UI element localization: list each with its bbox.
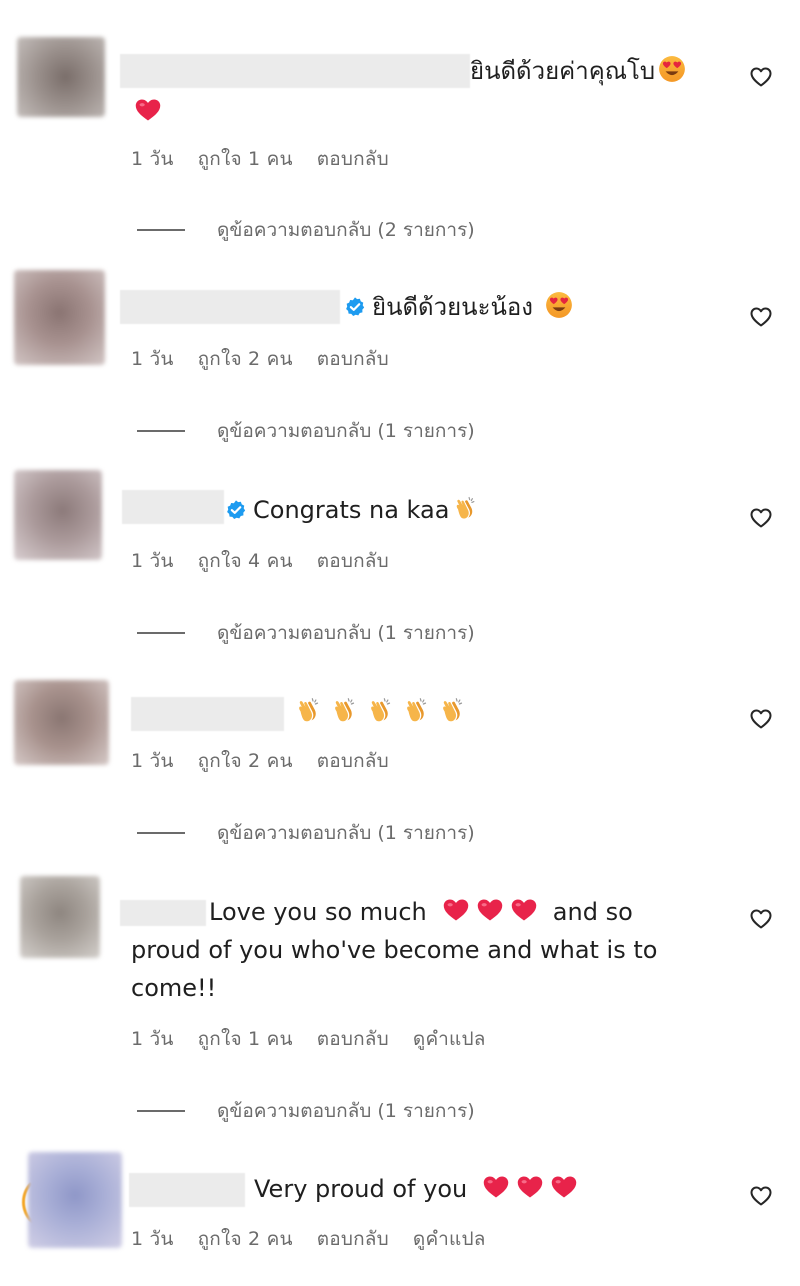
reply-button[interactable]: ตอบกลับ: [317, 344, 389, 374]
comment-text-line: Very proud of you: [254, 1175, 468, 1203]
likes-count[interactable]: ถูกใจ 1 คน: [198, 1024, 293, 1054]
comment-meta: 1 วัน ถูกใจ 1 คน ตอบกลับ ดูคำแปล: [131, 1024, 486, 1054]
username[interactable]: [120, 54, 470, 88]
translate-button[interactable]: ดูคำแปล: [413, 1024, 486, 1054]
likes-count[interactable]: ถูกใจ 2 คน: [198, 344, 293, 374]
comment-meta: 1 วัน ถูกใจ 1 คน ตอบกลับ: [131, 144, 389, 174]
red-heart-emoji-icon: [516, 1173, 544, 1201]
heart-outline-icon[interactable]: [748, 506, 774, 530]
comment-text-line: Love you so much: [209, 898, 427, 926]
view-replies-label: ดูข้อความตอบกลับ (2 รายการ): [217, 219, 475, 241]
clapping-hands-emoji-icon: [293, 695, 323, 725]
comment-time: 1 วัน: [131, 750, 174, 772]
red-heart-emoji-icon: [510, 896, 538, 924]
username[interactable]: [129, 1173, 245, 1207]
comment-text: Love you so much and so: [209, 895, 633, 929]
red-heart-emoji-icon: [550, 1173, 578, 1201]
reply-button[interactable]: ตอบกลับ: [317, 144, 389, 174]
comment-text-line: Congrats na kaa: [253, 496, 450, 524]
heart-outline-icon[interactable]: [748, 907, 774, 931]
username[interactable]: [120, 900, 206, 926]
heart-outline-icon[interactable]: [748, 65, 774, 89]
red-heart-emoji-icon: [482, 1173, 510, 1201]
view-replies-label: ดูข้อความตอบกลับ (1 รายการ): [217, 1100, 475, 1122]
heart-outline-icon[interactable]: [748, 305, 774, 329]
comment-text-line: ยินดีด้วยค่าคุณโบ: [470, 57, 656, 85]
replies-divider: [137, 430, 185, 432]
replies-divider: [137, 1110, 185, 1112]
comment-text-line: and so: [552, 898, 633, 926]
replies-divider: [137, 229, 185, 231]
comment-text-line-2: proud of you who've become and what is t…: [131, 936, 658, 964]
heart-outline-icon[interactable]: [748, 1184, 774, 1208]
verified-badge-icon: [344, 296, 366, 318]
username[interactable]: [120, 290, 340, 324]
comment-time: 1 วัน: [131, 348, 174, 370]
comment-text: ยินดีด้วยนะน้อง: [344, 290, 576, 324]
comment-text: ยินดีด้วยค่าคุณโบ: [470, 54, 689, 88]
avatar[interactable]: [14, 470, 102, 560]
view-replies-button[interactable]: ดูข้อความตอบกลับ (1 รายการ): [137, 416, 475, 446]
clapping-hands-emoji-icon: [401, 695, 431, 725]
likes-count[interactable]: ถูกใจ 2 คน: [198, 1224, 293, 1254]
translate-button[interactable]: ดูคำแปล: [413, 1224, 486, 1254]
comment-meta: 1 วัน ถูกใจ 2 คน ตอบกลับ ดูคำแปล: [131, 1224, 486, 1254]
red-heart-emoji-icon: [442, 896, 470, 924]
view-replies-label: ดูข้อความตอบกลับ (1 รายการ): [217, 420, 475, 442]
comment-text: Congrats na kaa: [225, 493, 482, 527]
reply-button[interactable]: ตอบกลับ: [317, 546, 389, 576]
comment-time: 1 วัน: [131, 550, 174, 572]
comment-meta: 1 วัน ถูกใจ 2 คน ตอบกลับ: [131, 344, 389, 374]
view-replies-label: ดูข้อความตอบกลับ (1 รายการ): [217, 622, 475, 644]
username[interactable]: [131, 697, 284, 731]
comment-text-line: ยินดีด้วยนะน้อง: [372, 293, 534, 321]
heart-eyes-emoji-icon: [545, 291, 573, 319]
replies-divider: [137, 832, 185, 834]
clapping-hands-emoji-icon: [365, 695, 395, 725]
view-replies-button[interactable]: ดูข้อความตอบกลับ (1 รายการ): [137, 1096, 475, 1126]
clapping-hands-emoji-icon: [451, 494, 479, 522]
comment-meta: 1 วัน ถูกใจ 4 คน ตอบกลับ: [131, 546, 389, 576]
view-replies-button[interactable]: ดูข้อความตอบกลับ (1 รายการ): [137, 818, 475, 848]
clapping-hands-emoji-icon: [437, 695, 467, 725]
heart-eyes-emoji-icon: [658, 55, 686, 83]
view-replies-label: ดูข้อความตอบกลับ (1 รายการ): [217, 822, 475, 844]
view-replies-button[interactable]: ดูข้อความตอบกลับ (2 รายการ): [137, 215, 475, 245]
red-heart-emoji-icon: [134, 96, 162, 124]
reply-button[interactable]: ตอบกลับ: [317, 1224, 389, 1254]
comment-text: Very proud of you: [254, 1172, 581, 1206]
verified-badge-icon: [225, 499, 247, 521]
comment-text-line-3: come!!: [131, 974, 217, 1002]
comment-text: [290, 695, 470, 730]
comment-1: ยินดีด้วยค่าคุณโบ 1 วัน ถูกใจ 1 คน ตอบกล…: [0, 0, 800, 250]
comment-time: 1 วัน: [131, 1228, 174, 1250]
replies-divider: [137, 632, 185, 634]
comment-time: 1 วัน: [131, 1028, 174, 1050]
heart-outline-icon[interactable]: [748, 707, 774, 731]
avatar[interactable]: [14, 270, 105, 365]
avatar[interactable]: [20, 876, 100, 958]
avatar[interactable]: [17, 37, 105, 117]
username[interactable]: [122, 490, 224, 524]
clapping-hands-emoji-icon: [329, 695, 359, 725]
red-heart-emoji-icon: [476, 896, 504, 924]
comment-time: 1 วัน: [131, 148, 174, 170]
reply-button[interactable]: ตอบกลับ: [317, 1024, 389, 1054]
avatar[interactable]: [14, 680, 109, 765]
likes-count[interactable]: ถูกใจ 2 คน: [198, 746, 293, 776]
likes-count[interactable]: ถูกใจ 1 คน: [198, 144, 293, 174]
view-replies-button[interactable]: ดูข้อความตอบกลับ (1 รายการ): [137, 618, 475, 648]
likes-count[interactable]: ถูกใจ 4 คน: [198, 546, 293, 576]
reply-button[interactable]: ตอบกลับ: [317, 746, 389, 776]
comment-meta: 1 วัน ถูกใจ 2 คน ตอบกลับ: [131, 746, 389, 776]
avatar[interactable]: [28, 1152, 122, 1248]
